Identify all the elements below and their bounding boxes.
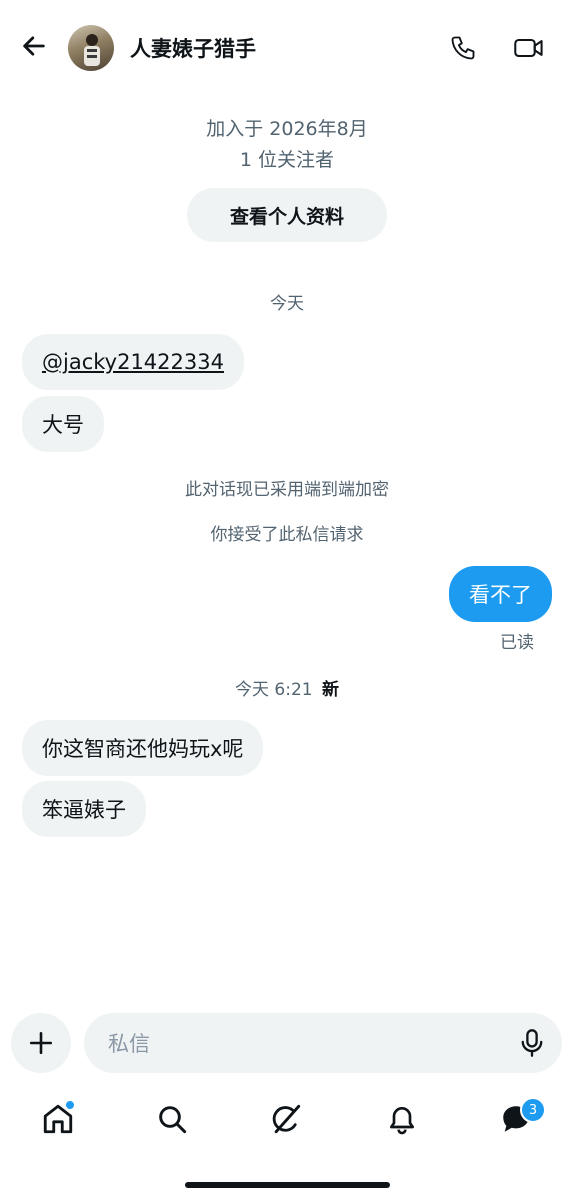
plus-icon <box>29 1031 53 1055</box>
message-bubble-incoming[interactable]: 大号 <box>22 396 104 452</box>
call-button[interactable] <box>446 31 480 65</box>
read-receipt: 已读 <box>500 633 534 653</box>
back-arrow-icon <box>23 36 45 56</box>
message-bubble-outgoing[interactable]: 看不了 <box>449 566 552 622</box>
date-separator-time: 今天 6:21 <box>235 680 313 700</box>
video-icon <box>514 38 543 58</box>
message-composer <box>84 1013 562 1075</box>
back-button[interactable] <box>18 30 50 62</box>
avatar[interactable] <box>68 25 114 71</box>
tab-grok[interactable] <box>262 1095 310 1143</box>
tab-notifications[interactable] <box>378 1095 426 1143</box>
date-separator: 今天 6:21 新 <box>0 675 574 700</box>
microphone-icon <box>521 1029 543 1057</box>
notification-dot <box>66 1101 74 1109</box>
new-messages-label: 新 <box>322 680 339 700</box>
follower-count: 1 位关注者 <box>239 149 335 171</box>
voice-message-button[interactable] <box>514 1025 550 1061</box>
unread-badge: 3 <box>520 1097 546 1123</box>
search-icon <box>159 1106 187 1134</box>
add-attachment-button[interactable] <box>11 1013 71 1073</box>
home-indicator <box>185 1182 390 1188</box>
bell-icon <box>390 1107 414 1135</box>
tab-home[interactable] <box>34 1095 82 1143</box>
encryption-notice: 此对话现已采用端到端加密 <box>185 480 389 500</box>
grok-icon <box>272 1104 301 1134</box>
message-bubble-incoming[interactable]: 你这智商还他妈玩x呢 <box>22 720 264 776</box>
mention-link[interactable]: @jacky21422334 <box>42 350 224 374</box>
phone-icon <box>451 36 475 60</box>
message-bubble-incoming[interactable]: @jacky21422334 <box>22 334 244 390</box>
conversation-title[interactable]: 人妻婊子猎手 <box>130 33 256 63</box>
request-accepted-notice: 你接受了此私信请求 <box>210 525 364 545</box>
message-input[interactable] <box>106 1013 500 1075</box>
message-bubble-incoming[interactable]: 笨逼婊子 <box>22 781 146 837</box>
join-date: 加入于 2026年8月 <box>206 118 368 140</box>
tab-search[interactable] <box>148 1095 196 1143</box>
video-call-button[interactable] <box>510 31 548 65</box>
date-separator: 今天 <box>270 294 304 314</box>
tab-messages[interactable]: 3 <box>492 1095 546 1143</box>
view-profile-button[interactable]: 查看个人资料 <box>187 188 387 242</box>
